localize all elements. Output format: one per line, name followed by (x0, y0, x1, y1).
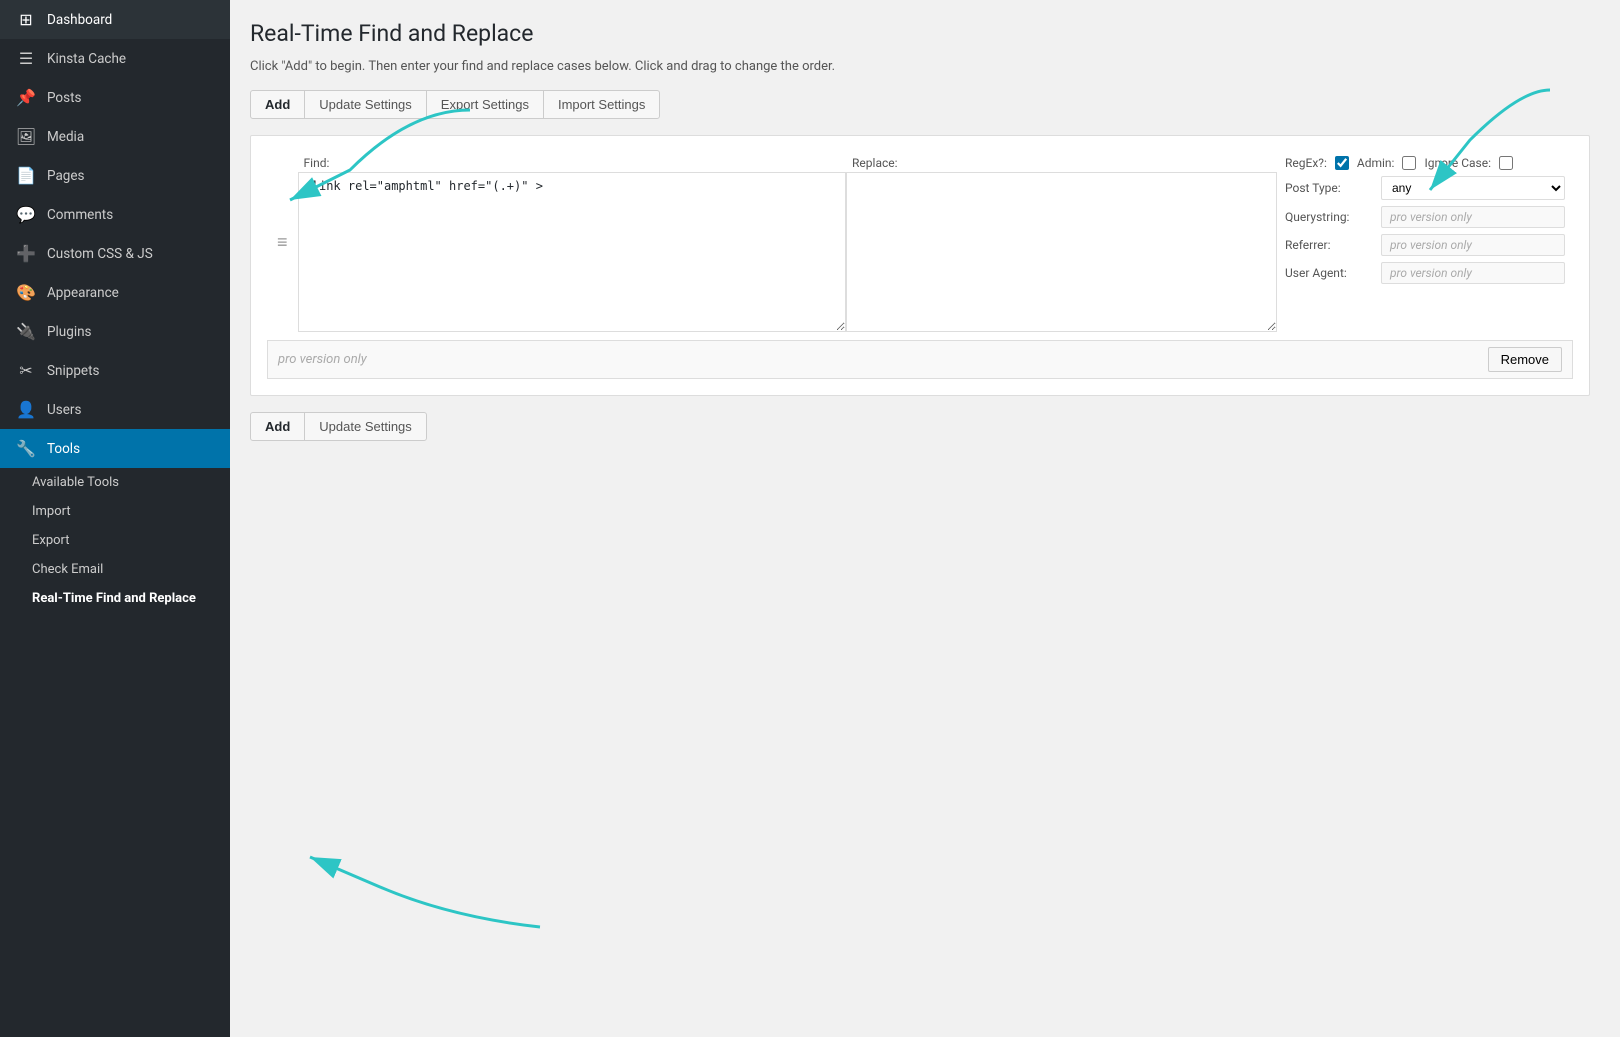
regex-checkbox[interactable] (1335, 156, 1349, 170)
export-settings-button[interactable]: Export Settings (426, 90, 544, 119)
user-agent-value: pro version only (1381, 262, 1565, 284)
querystring-row: Querystring: pro version only (1285, 206, 1565, 228)
replace-label: Replace: (846, 152, 1277, 172)
querystring-value: pro version only (1381, 206, 1565, 228)
sidebar-sub-export[interactable]: Export (0, 526, 230, 555)
find-replace-card: ≡ Find: <link rel="amphtml" href="(.+)" … (250, 135, 1590, 396)
find-area: Find: <link rel="amphtml" href="(.+)" > (298, 152, 847, 332)
update-settings-button-top[interactable]: Update Settings (304, 90, 427, 119)
add-button-top[interactable]: Add (250, 90, 305, 119)
sidebar-sub-import[interactable]: Import (0, 497, 230, 526)
users-icon: 👤 (15, 400, 37, 419)
sidebar-item-users[interactable]: 👤 Users (0, 390, 230, 429)
sidebar-item-label: Posts (47, 90, 81, 106)
tools-icon: 🔧 (15, 439, 37, 458)
sidebar-item-label: Snippets (47, 363, 99, 379)
pro-version-text: pro version only (278, 352, 367, 367)
find-label: Find: (298, 152, 847, 172)
sidebar-sub-realtime-find-replace[interactable]: Real-Time Find and Replace (0, 584, 230, 613)
querystring-label: Querystring: (1285, 210, 1375, 224)
pages-icon: 📄 (15, 166, 37, 185)
user-agent-row: User Agent: pro version only (1285, 262, 1565, 284)
drag-handle[interactable]: ≡ (267, 152, 298, 332)
custom-css-js-icon: ➕ (15, 244, 37, 263)
sidebar-item-snippets[interactable]: ✂ Snippets (0, 351, 230, 390)
sidebar-item-media[interactable]: 🖼 Media (0, 117, 230, 156)
dashboard-icon: ⊞ (15, 10, 37, 29)
post-type-select[interactable]: any (1381, 176, 1565, 200)
sidebar-item-label: Custom CSS & JS (47, 246, 153, 262)
sidebar-item-kinsta-cache[interactable]: ☰ Kinsta Cache (0, 39, 230, 78)
page-description: Click "Add" to begin. Then enter your fi… (250, 59, 1590, 74)
sidebar-item-tools[interactable]: 🔧 Tools (0, 429, 230, 468)
sidebar-item-label: Pages (47, 168, 85, 184)
sidebar-item-dashboard[interactable]: ⊞ Dashboard (0, 0, 230, 39)
main-content: Real-Time Find and Replace Click "Add" t… (230, 0, 1620, 1037)
find-textarea[interactable]: <link rel="amphtml" href="(.+)" > (298, 172, 847, 332)
referrer-label: Referrer: (1285, 238, 1375, 252)
appearance-icon: 🎨 (15, 283, 37, 302)
plugins-icon: 🔌 (15, 322, 37, 341)
snippets-icon: ✂ (15, 361, 37, 380)
replace-textarea[interactable] (846, 172, 1277, 332)
sidebar-item-label: Users (47, 402, 81, 418)
user-agent-label: User Agent: (1285, 266, 1375, 280)
inline-options-row: RegEx?: Admin: Ignore Case: (1277, 152, 1573, 172)
post-type-label: Post Type: (1285, 181, 1375, 195)
remove-button[interactable]: Remove (1488, 347, 1562, 372)
ignore-case-label: Ignore Case: (1424, 156, 1491, 170)
sidebar-item-posts[interactable]: 📌 Posts (0, 78, 230, 117)
comments-icon: 💬 (15, 205, 37, 224)
sidebar-sub-available-tools[interactable]: Available Tools (0, 468, 230, 497)
find-replace-row: ≡ Find: <link rel="amphtml" href="(.+)" … (267, 152, 1573, 332)
sidebar-item-appearance[interactable]: 🎨 Appearance (0, 273, 230, 312)
add-button-bottom[interactable]: Add (250, 412, 305, 441)
sidebar-item-label: Media (47, 129, 84, 145)
sidebar-item-pages[interactable]: 📄 Pages (0, 156, 230, 195)
sidebar: ⊞ Dashboard ☰ Kinsta Cache 📌 Posts 🖼 Med… (0, 0, 230, 1037)
arrow-realtime (230, 817, 570, 937)
sidebar-item-label: Appearance (47, 285, 119, 301)
regex-label: RegEx?: (1285, 156, 1327, 170)
update-settings-button-bottom[interactable]: Update Settings (304, 412, 427, 441)
post-type-row: Post Type: any (1285, 176, 1565, 200)
referrer-value: pro version only (1381, 234, 1565, 256)
options-area: RegEx?: Admin: Ignore Case: Post Type: a… (1277, 152, 1573, 332)
page-title: Real-Time Find and Replace (250, 20, 1590, 47)
top-toolbar: Add Update Settings Export Settings Impo… (250, 90, 1590, 119)
posts-icon: 📌 (15, 88, 37, 107)
replace-area: Replace: (846, 152, 1277, 332)
drag-icon: ≡ (277, 232, 288, 253)
sidebar-item-label: Kinsta Cache (47, 51, 126, 67)
sidebar-item-comments[interactable]: 💬 Comments (0, 195, 230, 234)
options-grid: Post Type: any Querystring: pro version … (1277, 172, 1573, 288)
media-icon: 🖼 (15, 127, 37, 146)
ignore-case-checkbox[interactable] (1499, 156, 1513, 170)
sidebar-item-plugins[interactable]: 🔌 Plugins (0, 312, 230, 351)
pro-version-bar: pro version only Remove (267, 340, 1573, 379)
import-settings-button[interactable]: Import Settings (543, 90, 660, 119)
sidebar-sub-check-email[interactable]: Check Email (0, 555, 230, 584)
sidebar-item-label: Tools (47, 441, 80, 457)
sidebar-item-label: Plugins (47, 324, 92, 340)
bottom-toolbar: Add Update Settings (250, 412, 1590, 441)
sidebar-item-label: Comments (47, 207, 113, 223)
kinsta-cache-icon: ☰ (15, 49, 37, 68)
admin-checkbox[interactable] (1402, 156, 1416, 170)
admin-label: Admin: (1357, 156, 1395, 170)
sidebar-item-label: Dashboard (47, 12, 112, 28)
sidebar-item-custom-css-js[interactable]: ➕ Custom CSS & JS (0, 234, 230, 273)
referrer-row: Referrer: pro version only (1285, 234, 1565, 256)
